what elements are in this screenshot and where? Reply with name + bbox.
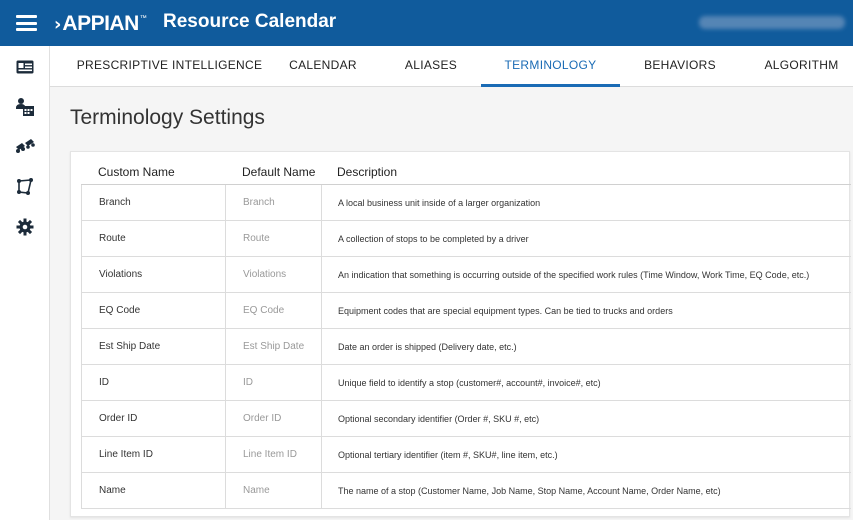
table-header: Custom Name Default Name Description (71, 152, 851, 184)
custom-name-cell[interactable]: ID (82, 365, 226, 401)
default-name-cell: EQ Code (226, 293, 322, 329)
table-row: Line Item ID Line Item ID Optional terti… (81, 437, 851, 473)
default-name-cell: Name (226, 473, 322, 509)
default-name-cell: Route (226, 221, 322, 257)
tab-terminology[interactable]: TERMINOLOGY (481, 46, 620, 87)
table-row: Name Name The name of a stop (Customer N… (81, 473, 851, 509)
page-title: Terminology Settings (70, 106, 265, 129)
default-name-cell: Violations (226, 257, 322, 293)
custom-name-cell[interactable]: Violations (82, 257, 226, 293)
description-cell: Equipment codes that are special equipme… (338, 306, 673, 316)
default-name-cell: Branch (226, 185, 322, 221)
default-name-cell: ID (226, 365, 322, 401)
custom-name-cell[interactable]: Line Item ID (82, 437, 226, 473)
table-row: Violations Violations An indication that… (81, 257, 851, 293)
table-row: ID ID Unique field to identify a stop (c… (81, 365, 851, 401)
custom-name-cell[interactable]: Name (82, 473, 226, 509)
column-header-custom-name: Custom Name (98, 165, 175, 179)
route-icon[interactable] (14, 176, 36, 198)
user-name-blurred[interactable] (699, 16, 845, 29)
custom-name-cell[interactable]: EQ Code (82, 293, 226, 329)
gear-icon[interactable] (14, 216, 36, 238)
description-cell: Optional tertiary identifier (item #, SK… (338, 450, 558, 460)
default-name-cell: Est Ship Date (226, 329, 322, 365)
top-bar: › APPIAN ™ Resource Calendar (0, 0, 853, 46)
sidebar (0, 46, 50, 520)
app-title: Resource Calendar (163, 11, 337, 32)
default-name-cell: Line Item ID (226, 437, 322, 473)
logo-chevron-icon: › (54, 13, 62, 35)
logo-text: APPIAN (62, 12, 139, 35)
custom-name-cell[interactable]: Route (82, 221, 226, 257)
description-cell: A local business unit inside of a larger… (338, 198, 541, 208)
terminology-card: Custom Name Default Name Description Bra… (70, 151, 851, 517)
table-row: Order ID Order ID Optional secondary ide… (81, 401, 851, 437)
hamburger-menu-icon[interactable] (16, 15, 37, 31)
id-card-icon[interactable] (14, 56, 36, 78)
tab-behaviors[interactable]: BEHAVIORS (630, 46, 730, 87)
terminology-table: Branch Branch A local business unit insi… (81, 184, 851, 509)
tab-bar: PRESCRIPTIVE INTELLIGENCE CALENDAR ALIAS… (50, 46, 853, 87)
default-name-cell: Order ID (226, 401, 322, 437)
description-cell: Date an order is shipped (Delivery date,… (338, 342, 517, 352)
description-cell: An indication that something is occurrin… (338, 270, 810, 280)
custom-name-cell[interactable]: Est Ship Date (82, 329, 226, 365)
tab-prescriptive-intelligence[interactable]: PRESCRIPTIVE INTELLIGENCE (67, 46, 272, 87)
description-cell: The name of a stop (Customer Name, Job N… (338, 486, 721, 496)
tab-algorithm[interactable]: ALGORITHM (750, 46, 853, 87)
column-header-description: Description (337, 165, 398, 179)
table-row: Route Route A collection of stops to be … (81, 221, 851, 257)
logo-trademark: ™ (139, 14, 147, 22)
column-header-default-name: Default Name (242, 165, 316, 179)
custom-name-cell[interactable]: Branch (82, 185, 226, 221)
tab-aliases[interactable]: ALIASES (380, 46, 482, 87)
table-row: Branch Branch A local business unit insi… (81, 185, 851, 221)
custom-name-cell[interactable]: Order ID (82, 401, 226, 437)
description-cell: Optional secondary identifier (Order #, … (338, 414, 540, 424)
table-row: EQ Code EQ Code Equipment codes that are… (81, 293, 851, 329)
table-row: Est Ship Date Est Ship Date Date an orde… (81, 329, 851, 365)
calendar-user-icon[interactable] (14, 96, 36, 118)
description-cell: Unique field to identify a stop (custome… (338, 378, 601, 388)
appian-logo[interactable]: › APPIAN ™ (54, 12, 147, 36)
tab-calendar[interactable]: CALENDAR (272, 46, 374, 87)
trucks-icon[interactable] (14, 136, 36, 158)
description-cell: A collection of stops to be completed by… (338, 234, 529, 244)
